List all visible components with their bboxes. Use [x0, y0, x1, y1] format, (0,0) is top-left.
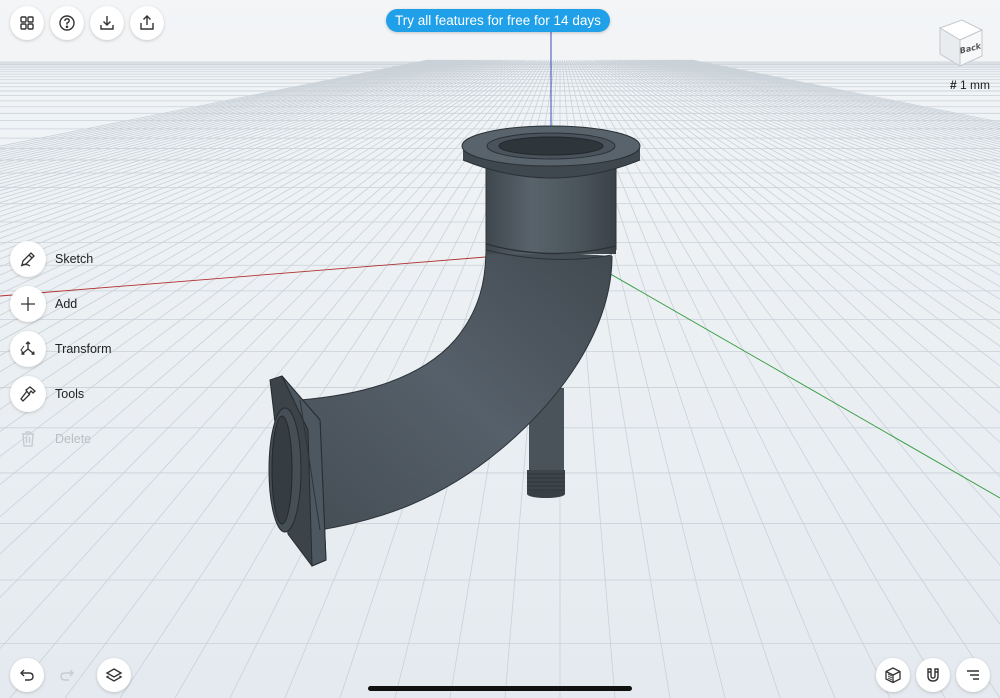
snap-button[interactable] [916, 658, 950, 692]
tool-delete[interactable]: Delete [10, 421, 91, 457]
plus-icon [21, 297, 35, 311]
hammer-icon [20, 386, 36, 402]
tool-sketch[interactable]: Sketch [10, 241, 93, 277]
magnet-icon [927, 668, 939, 682]
undo-icon [20, 669, 34, 681]
help-button[interactable] [50, 6, 84, 40]
share-icon [140, 15, 154, 30]
home-indicator [368, 686, 632, 691]
menu-button[interactable] [956, 658, 990, 692]
pencil-icon [20, 252, 35, 267]
shaded-cube-icon [885, 667, 901, 684]
redo-icon [60, 669, 74, 681]
grid-size-readout[interactable]: # 1 mm [950, 78, 990, 92]
transform-icon [20, 341, 35, 355]
import-button[interactable] [90, 6, 124, 40]
view-cube[interactable]: Back [936, 18, 986, 70]
download-icon [100, 16, 114, 30]
undo-button[interactable] [10, 658, 44, 692]
tool-transform-label: Transform [55, 342, 112, 356]
tool-delete-label: Delete [55, 432, 92, 446]
question-icon [59, 15, 75, 31]
viewport-canvas[interactable] [0, 0, 1000, 698]
grid-size-label: 1 mm [960, 78, 990, 92]
free-trial-banner[interactable]: Try all features for free for 14 days [386, 9, 610, 32]
tool-transform[interactable]: Transform [10, 331, 112, 367]
tool-tools[interactable]: Tools [10, 376, 84, 412]
menu-lines-icon [967, 670, 979, 680]
hash-icon: # [949, 78, 957, 92]
trash-icon [22, 431, 34, 447]
tool-add-label: Add [55, 297, 78, 311]
layers-icon [105, 668, 123, 682]
export-button[interactable] [130, 6, 164, 40]
tool-tools-label: Tools [55, 387, 85, 401]
render-mode-button[interactable] [876, 658, 910, 692]
layers-button[interactable] [97, 658, 131, 692]
apps-grid-button[interactable] [10, 6, 44, 40]
tool-add[interactable]: Add [10, 286, 77, 322]
tool-sketch-label: Sketch [55, 252, 94, 266]
grid-icon [20, 16, 34, 30]
redo-button[interactable] [50, 658, 84, 692]
